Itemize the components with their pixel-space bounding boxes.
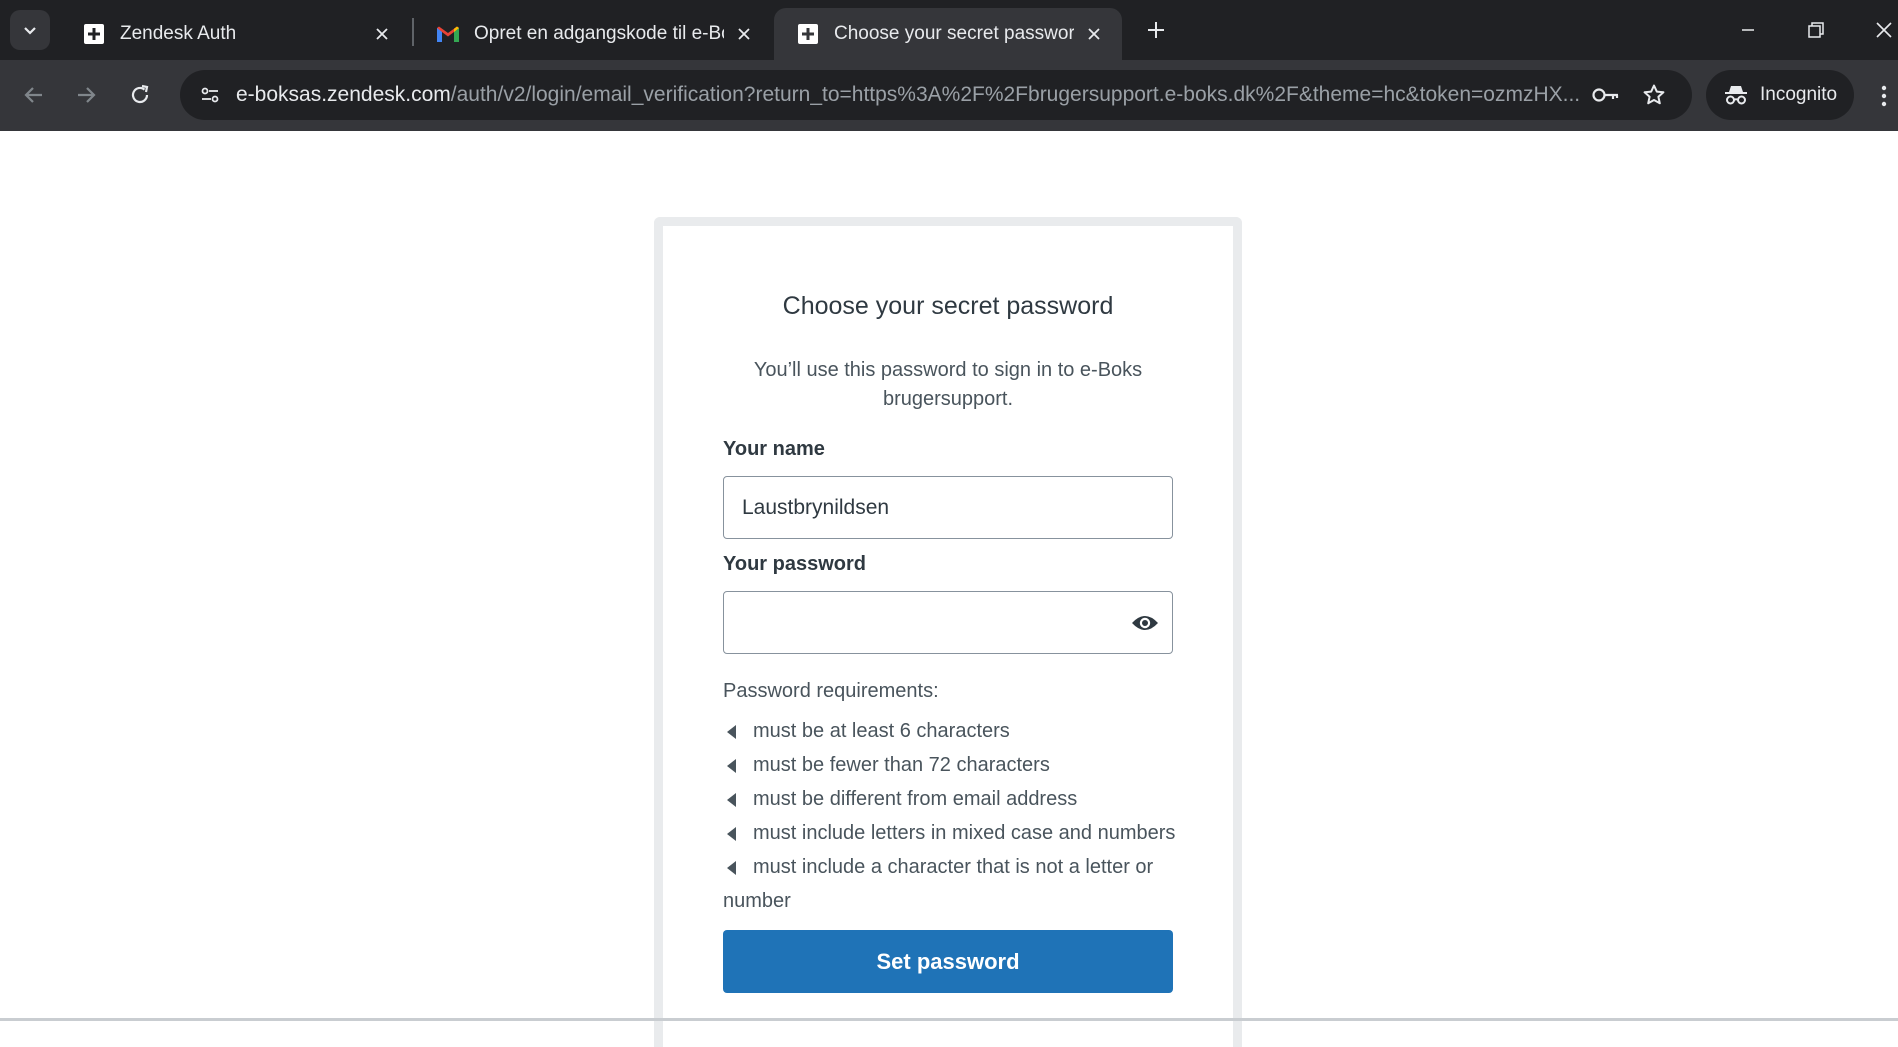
bookmark-star-icon[interactable] (1638, 79, 1670, 111)
url-path: /auth/v2/login/email_verification?return… (450, 83, 1581, 106)
incognito-badge[interactable]: Incognito (1706, 70, 1854, 120)
requirement-item: must include a character that is not a l… (723, 856, 1154, 912)
close-tab-icon[interactable] (1082, 22, 1106, 46)
triangle-bullet-icon (727, 725, 736, 739)
close-icon (1876, 22, 1892, 38)
page-title: Choose your secret password (782, 292, 1114, 320)
incognito-label: Incognito (1760, 84, 1838, 105)
password-card: Choose your secret password You’ll use t… (654, 217, 1242, 1047)
requirements-list: must be at least 6 characters must be fe… (723, 714, 1183, 918)
name-value: Laustbrynildsen (742, 495, 890, 519)
address-bar[interactable]: e-boksas.zendesk.com/auth/v2/login/email… (180, 70, 1692, 120)
triangle-bullet-icon (727, 759, 736, 773)
incognito-icon (1724, 84, 1748, 106)
requirement-item: must be fewer than 72 characters (723, 748, 1183, 782)
restore-button[interactable] (1798, 12, 1834, 48)
forward-button[interactable] (66, 75, 106, 115)
page-content: Choose your secret password You’ll use t… (0, 131, 1898, 1047)
tab-title: Zendesk Auth (120, 23, 237, 44)
site-info-icon[interactable] (192, 77, 228, 113)
requirement-item: must be at least 6 characters (723, 714, 1183, 748)
password-key-icon[interactable] (1590, 79, 1622, 111)
browser-toolbar: e-boksas.zendesk.com/auth/v2/login/email… (0, 60, 1898, 131)
restore-icon (1808, 22, 1824, 38)
arrow-left-icon (24, 87, 42, 103)
reload-button[interactable] (120, 75, 160, 115)
more-vert-icon (1881, 85, 1887, 107)
browser-menu-button[interactable] (1870, 78, 1898, 114)
new-tab-button[interactable] (1140, 14, 1172, 46)
password-input[interactable] (723, 591, 1173, 654)
requirements-title: Password requirements: (723, 680, 939, 702)
close-tab-icon[interactable] (370, 22, 394, 46)
tab-search-button[interactable] (10, 10, 50, 50)
plus-icon (1148, 22, 1164, 38)
name-label: Your name (723, 438, 825, 460)
triangle-bullet-icon (727, 793, 736, 807)
gmail-icon (436, 22, 460, 46)
tab-title: Choose your secret password (834, 23, 1074, 44)
password-label: Your password (723, 553, 866, 575)
requirement-item: must include letters in mixed case and n… (723, 816, 1183, 850)
zendesk-icon (796, 22, 820, 46)
reload-icon (131, 84, 149, 104)
arrow-right-icon (78, 87, 96, 103)
tab-strip: Zendesk Auth Opret en adgangskode til e-… (0, 0, 1898, 60)
close-window-button[interactable] (1866, 12, 1898, 48)
back-button[interactable] (14, 75, 54, 115)
url-text[interactable]: e-boksas.zendesk.com/auth/v2/login/email… (236, 83, 1581, 107)
url-host: e-boksas.zendesk.com (236, 83, 451, 106)
triangle-bullet-icon (727, 861, 736, 875)
minimize-button[interactable] (1730, 12, 1766, 48)
tab-gmail[interactable]: Opret en adgangskode til e-Boks (414, 8, 772, 60)
tab-choose-password[interactable]: Choose your secret password (774, 8, 1122, 60)
name-input[interactable]: Laustbrynildsen (723, 476, 1173, 539)
show-password-eye-icon[interactable] (1130, 608, 1160, 638)
minimize-icon (1742, 29, 1754, 31)
tab-title: Opret en adgangskode til e-Boks (474, 23, 724, 44)
zendesk-icon (82, 22, 106, 46)
chevron-down-icon (24, 27, 36, 35)
close-tab-icon[interactable] (732, 22, 756, 46)
requirement-item: must be different from email address (723, 782, 1183, 816)
triangle-bullet-icon (727, 827, 736, 841)
tab-zendesk-auth[interactable]: Zendesk Auth (60, 8, 410, 60)
set-password-button[interactable]: Set password (723, 930, 1173, 993)
page-subtitle: You’ll use this password to sign in to e… (753, 359, 1143, 410)
